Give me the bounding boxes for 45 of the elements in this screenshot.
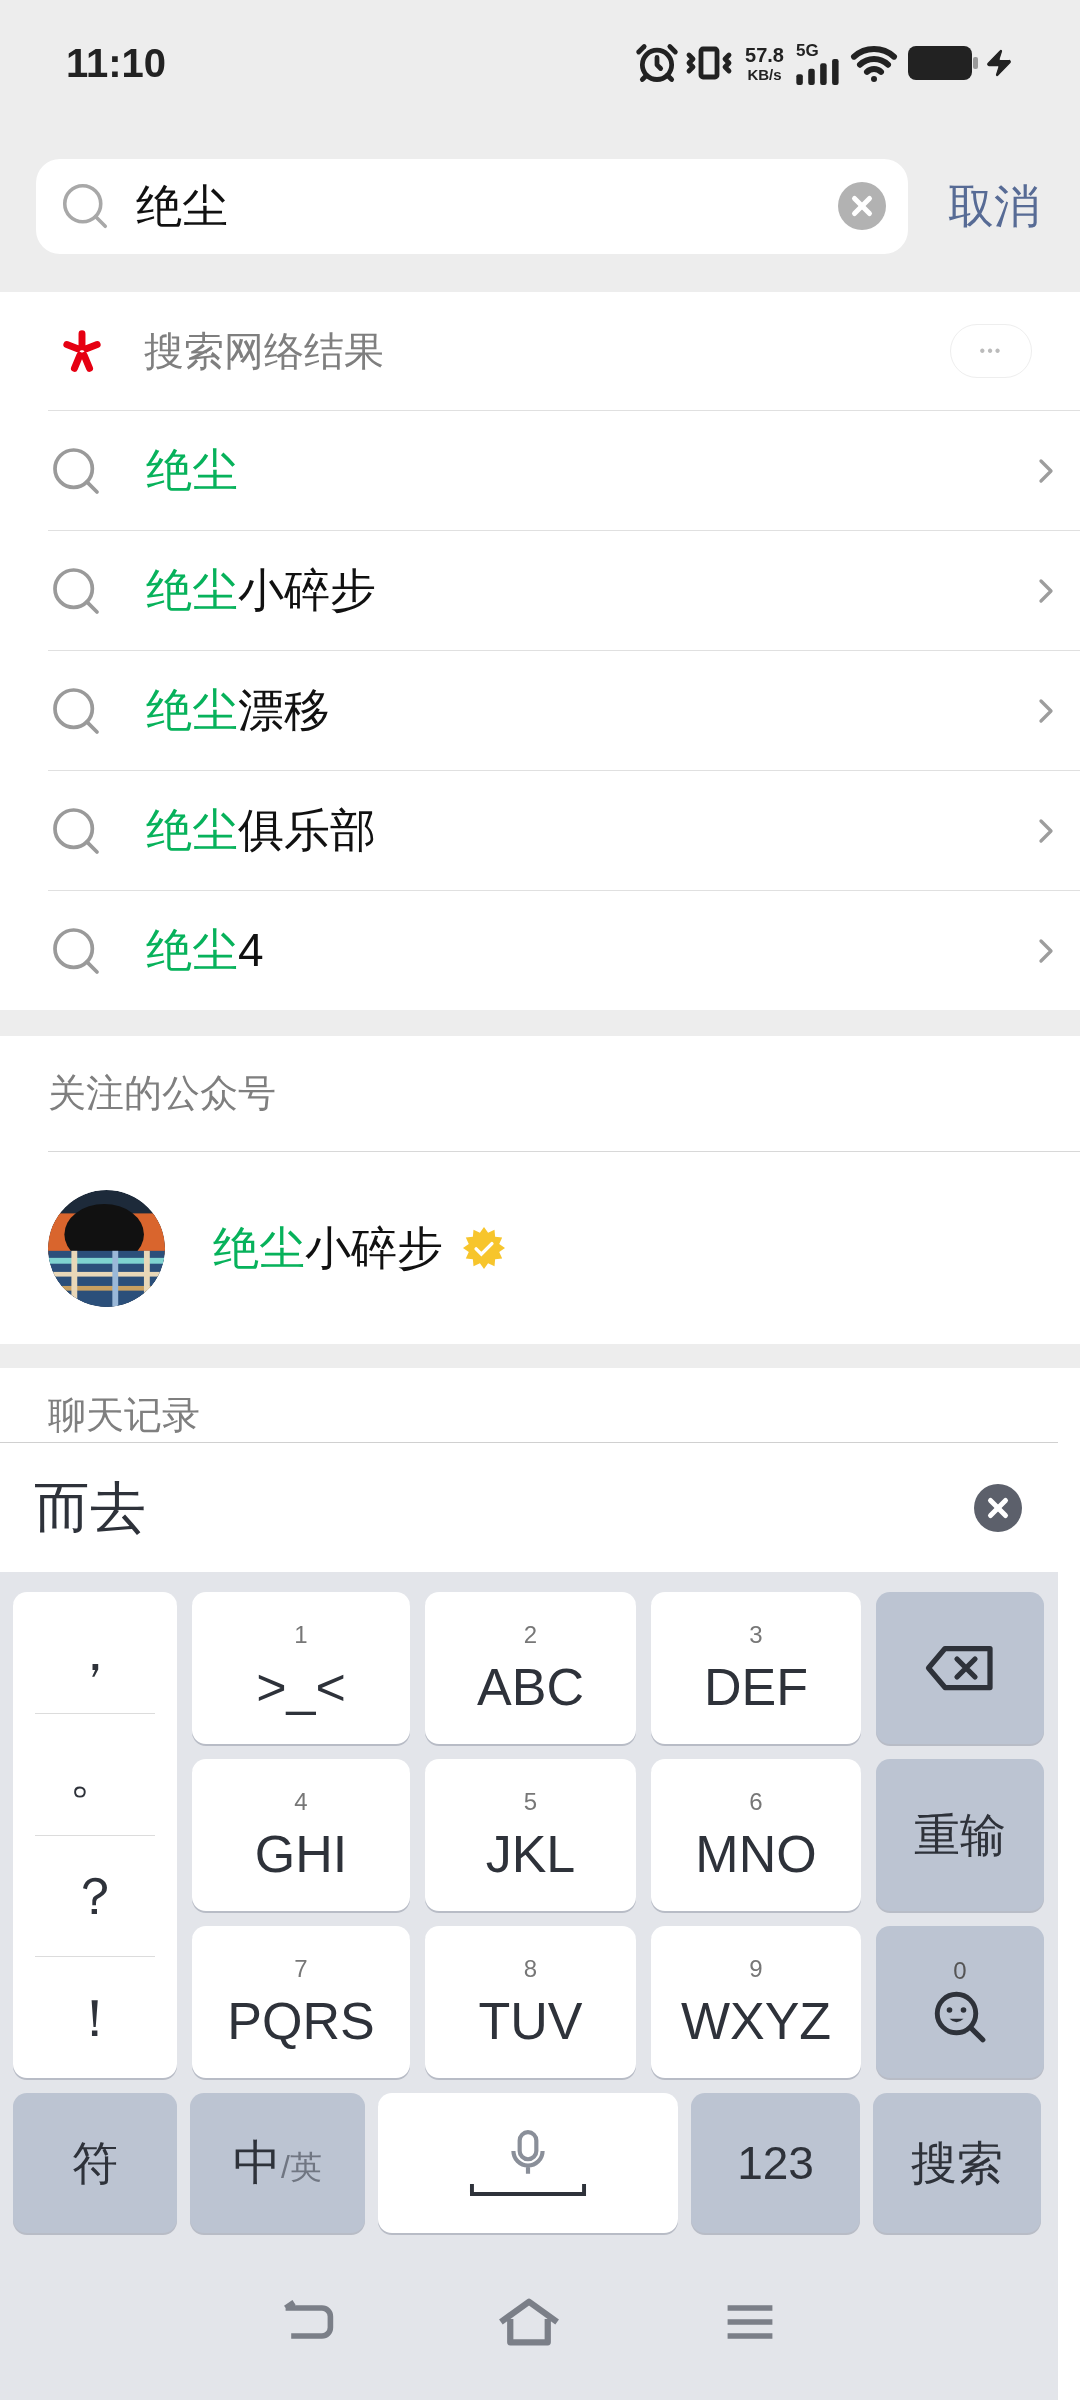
language-key[interactable]: 中/英	[190, 2093, 365, 2233]
space-key[interactable]	[378, 2093, 678, 2233]
letter-key[interactable]: 2 ABC	[425, 1592, 636, 1744]
clear-button[interactable]	[838, 182, 886, 230]
suggestion-text[interactable]: 绝尘4	[146, 916, 264, 985]
function-key[interactable]: 搜索	[873, 2093, 1041, 2233]
battery-icon	[908, 46, 978, 80]
suggestion-text[interactable]: 绝尘小碎步	[146, 556, 376, 625]
punctuation-key[interactable]: ？	[35, 1834, 155, 1957]
emoji-search-key[interactable]: 0	[876, 1926, 1044, 2078]
cancel-button[interactable]: 取消	[948, 171, 1040, 241]
backspace-key[interactable]	[876, 1592, 1044, 1744]
account-name[interactable]: 绝尘小碎步	[213, 1213, 443, 1283]
emoji-search-icon	[932, 1989, 988, 2045]
letter-key[interactable]: 6 MNO	[651, 1759, 861, 1911]
network-speed-unit: KB/s	[747, 66, 782, 82]
punctuation-key[interactable]: ！	[35, 1956, 155, 2078]
space-bar-icon	[469, 2182, 587, 2198]
letter-key[interactable]: 5 JKL	[425, 1759, 636, 1911]
network-type: 5G	[796, 41, 820, 59]
status-time: 11:10	[66, 40, 167, 87]
network-speed: 57.8	[745, 44, 784, 65]
letter-key[interactable]: 9 WXYZ	[651, 1926, 861, 2078]
letter-key[interactable]: 4 GHI	[192, 1759, 410, 1911]
section-title: 关注的公众号	[48, 1071, 276, 1116]
signal-icon	[796, 58, 840, 85]
function-key[interactable]: 符	[13, 2093, 177, 2233]
alarm-icon	[635, 41, 680, 85]
backspace-icon	[924, 1644, 996, 1692]
letter-key[interactable]: 7 PQRS	[192, 1926, 410, 2078]
suggestion-text[interactable]: 绝尘漂移	[146, 676, 330, 745]
section-title: 聊天记录	[48, 1394, 200, 1436]
letter-key[interactable]: 1 >_<	[192, 1592, 410, 1744]
function-key[interactable]: 123	[691, 2093, 860, 2233]
punctuation-key[interactable]: ，	[35, 1592, 155, 1713]
section-title: 搜索网络结果	[144, 328, 384, 375]
function-key[interactable]: 重输	[876, 1759, 1044, 1911]
suggestion-text[interactable]: 绝尘俱乐部	[146, 796, 376, 865]
search-field[interactable]: 绝尘	[36, 158, 908, 254]
close-button[interactable]	[974, 1483, 1022, 1532]
letter-key[interactable]: 3 DEF	[651, 1592, 861, 1744]
home-icon[interactable]	[497, 2296, 561, 2347]
letter-key[interactable]: 8 TUV	[425, 1926, 636, 2078]
candidate-text[interactable]: 而去	[34, 1465, 146, 1550]
punctuation-key[interactable]: 。	[35, 1712, 155, 1835]
